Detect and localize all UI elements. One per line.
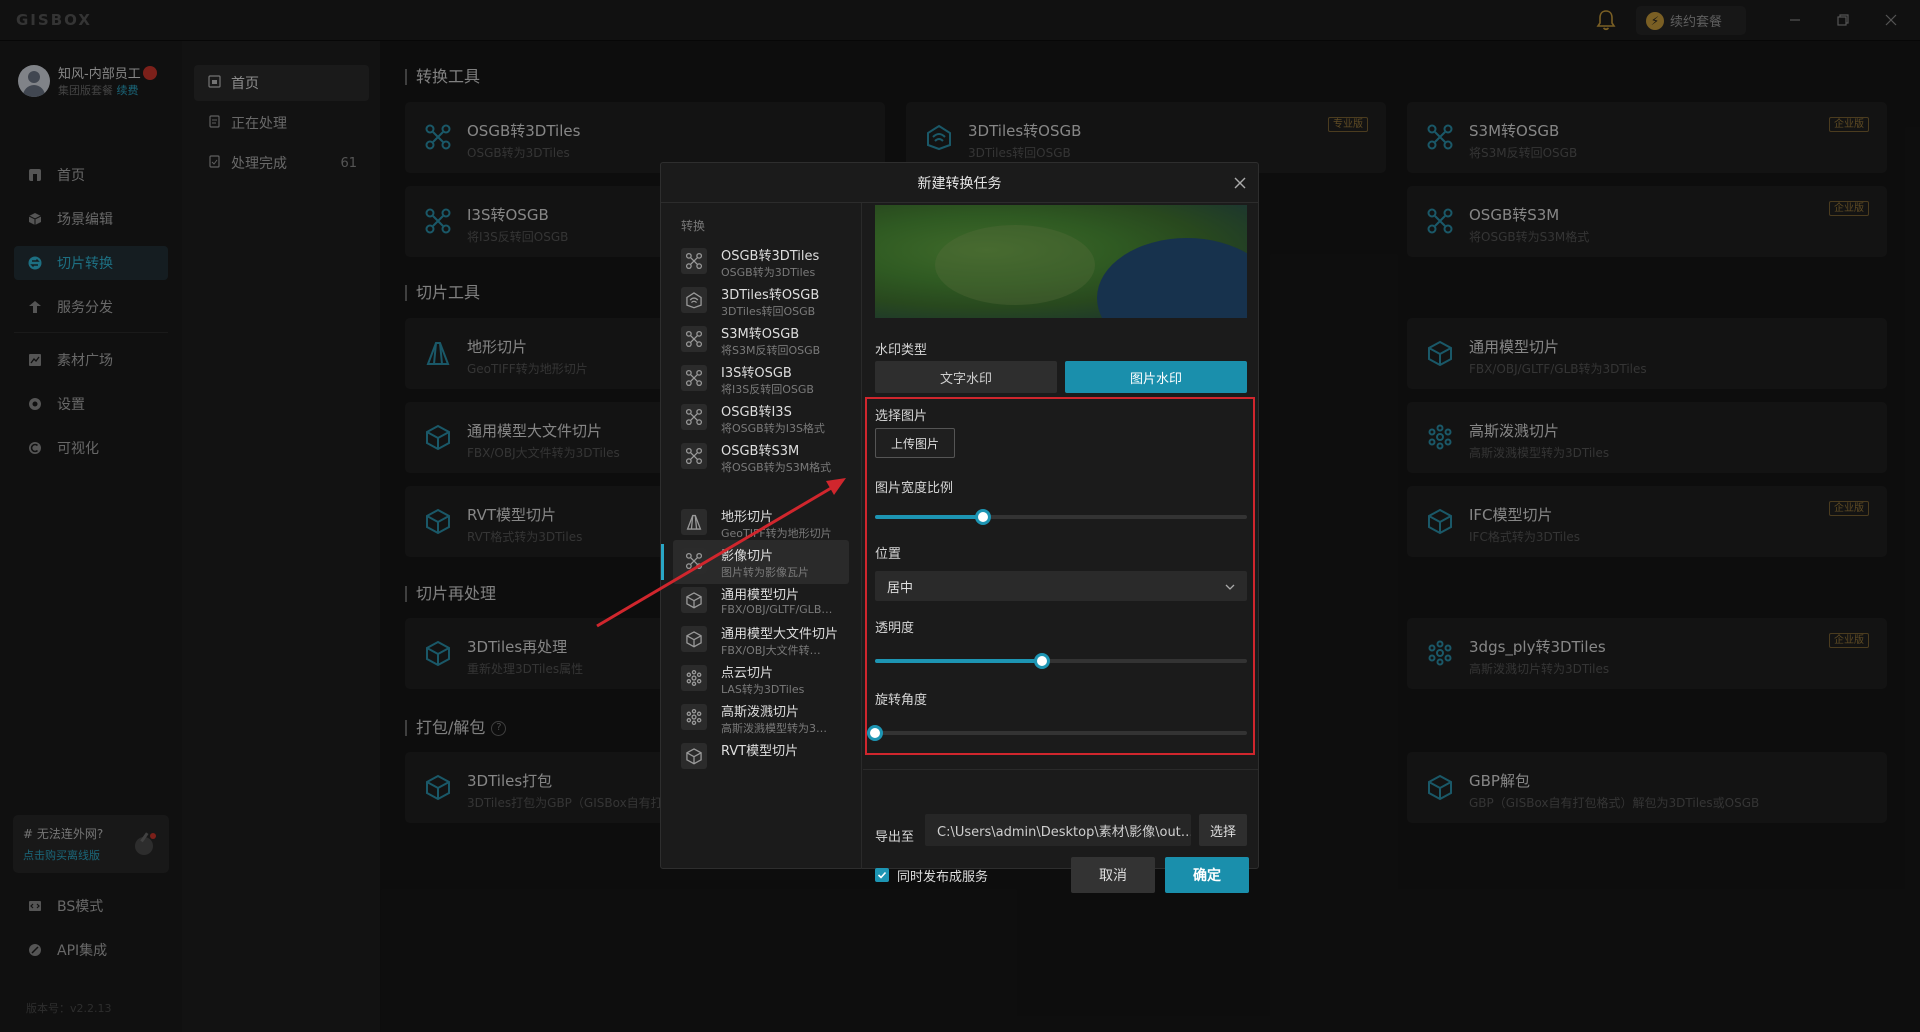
task-type-item[interactable]: S3M转OSGB 将S3M反转回OSGB	[673, 318, 849, 362]
task-type-item[interactable]: OSGB转3DTiles OSGB转为3DTiles	[673, 240, 849, 284]
position-select[interactable]: 居中	[875, 571, 1247, 601]
box-icon	[681, 626, 707, 652]
position-value: 居中	[887, 580, 914, 596]
width-ratio-slider[interactable]	[875, 509, 1247, 525]
task-type-subtitle: 将OSGB转为S3M格式	[721, 461, 832, 474]
watermark-type-label: 水印类型	[875, 343, 928, 358]
task-type-title: RVT模型切片	[721, 744, 799, 759]
task-type-subtitle: 图片转为影像瓦片	[721, 566, 809, 579]
splat-icon	[681, 704, 707, 730]
opacity-label: 透明度	[875, 621, 915, 636]
cancel-button[interactable]: 取消	[1071, 857, 1155, 893]
image-preview	[875, 205, 1247, 318]
slider-handle[interactable]	[974, 509, 991, 525]
task-type-title: OSGB转S3M	[721, 444, 800, 459]
width-ratio-label: 图片宽度比例	[875, 481, 954, 496]
task-type-item[interactable]: OSGB转I3S 将OSGB转为I3S格式	[673, 396, 849, 440]
task-type-item[interactable]: 通用模型大文件切片 FBX/OBJ大文件转…	[673, 618, 849, 662]
task-type-subtitle: 将OSGB转为I3S格式	[721, 422, 825, 435]
task-type-title: 3DTiles转OSGB	[721, 288, 820, 303]
task-type-title: 点云切片	[721, 666, 774, 681]
task-type-subtitle: OSGB转为3DTiles	[721, 266, 816, 279]
task-type-item[interactable]: 影像切片图片转为影像瓦片	[661, 540, 849, 584]
task-type-subtitle: GeoTIFF转为地形切片	[721, 527, 832, 540]
box-icon	[681, 587, 707, 613]
task-type-item[interactable]: OSGB转S3M 将OSGB转为S3M格式	[673, 435, 849, 479]
task-type-subtitle: 将I3S反转回OSGB	[721, 383, 814, 396]
task-type-subtitle: LAS转为3DTiles	[721, 683, 805, 696]
task-type-title: S3M转OSGB	[721, 327, 800, 342]
task-type-item[interactable]: 地形切片 GeoTIFF转为地形切片	[673, 501, 849, 545]
task-type-item[interactable]: 高斯泼溅切片高斯泼溅模型转为3…	[673, 696, 849, 740]
task-type-title: 通用模型大文件切片	[721, 627, 839, 642]
close-icon[interactable]	[1232, 175, 1248, 191]
export-label: 导出至	[875, 830, 915, 845]
drone-icon	[681, 548, 707, 574]
confirm-button[interactable]: 确定	[1165, 857, 1249, 893]
divider	[863, 769, 1258, 770]
upload-image-button[interactable]: 上传图片	[875, 428, 955, 458]
task-type-list: 转换 切片 OSGB转3DTilesOSGB转为3DTiles3DTiles转O…	[661, 203, 862, 869]
splat-icon	[681, 665, 707, 691]
box-icon	[681, 743, 707, 769]
task-type-item[interactable]: 点云切片 LAS转为3DTiles	[673, 657, 849, 701]
task-type-subtitle: FBX/OBJ/GLTF/GLB…	[721, 603, 833, 616]
choose-path-button[interactable]: 选择	[1199, 814, 1247, 846]
task-type-subtitle: FBX/OBJ大文件转…	[721, 644, 821, 657]
task-type-title: I3S转OSGB	[721, 366, 792, 381]
select-image-label: 选择图片	[875, 409, 928, 424]
slider-handle[interactable]	[867, 725, 883, 741]
rotation-slider[interactable]	[867, 725, 1247, 741]
group-label-convert: 转换	[681, 219, 706, 233]
publish-service-checkbox[interactable]	[875, 868, 889, 882]
drone-icon	[681, 326, 707, 352]
task-type-title: OSGB转3DTiles	[721, 249, 820, 264]
task-type-title: 通用模型切片	[721, 588, 800, 603]
rotation-label: 旋转角度	[875, 693, 928, 708]
position-label: 位置	[875, 547, 902, 562]
export-path-input[interactable]: C:\Users\admin\Desktop\素材\影像\out…	[925, 814, 1191, 846]
drone-icon	[681, 365, 707, 391]
chevron-down-icon	[1225, 581, 1235, 591]
task-type-title: OSGB转I3S	[721, 405, 792, 420]
task-type-title: 影像切片	[721, 549, 774, 564]
task-type-item[interactable]: 3DTiles转OSGB 3DTiles转回OSGB	[673, 279, 849, 323]
image-watermark-tab[interactable]: 图片水印	[1065, 361, 1247, 393]
drone-icon	[681, 404, 707, 430]
task-type-subtitle: 3DTiles转回OSGB	[721, 305, 816, 318]
new-task-dialog: 新建转换任务 转换 切片 OSGB转3DTilesOSGB转为3DTiles3D…	[660, 162, 1259, 893]
task-type-subtitle: 高斯泼溅模型转为3…	[721, 722, 827, 735]
task-type-item[interactable]: RVT模型切片	[673, 735, 849, 779]
drone-icon	[681, 248, 707, 274]
opacity-slider[interactable]	[875, 653, 1247, 669]
publish-service-label: 同时发布成服务	[897, 870, 989, 885]
dialog-title: 新建转换任务	[917, 175, 1002, 192]
task-type-item[interactable]: 通用模型切片 FBX/OBJ/GLTF/GLB…	[673, 579, 849, 623]
task-type-subtitle: 将S3M反转回OSGB	[721, 344, 821, 357]
task-type-title: 高斯泼溅切片	[721, 705, 800, 720]
task-type-item[interactable]: I3S转OSGB 将I3S反转回OSGB	[673, 357, 849, 401]
terrain-icon	[681, 509, 707, 535]
drone-alt-icon	[681, 287, 707, 313]
drone-icon	[681, 443, 707, 469]
text-watermark-tab[interactable]: 文字水印	[875, 361, 1057, 393]
task-type-title: 地形切片	[721, 510, 774, 525]
task-config-panel: 水印类型 文字水印 图片水印 选择图片 上传图片 图片宽度比例 位置 居中 透明…	[863, 203, 1258, 893]
